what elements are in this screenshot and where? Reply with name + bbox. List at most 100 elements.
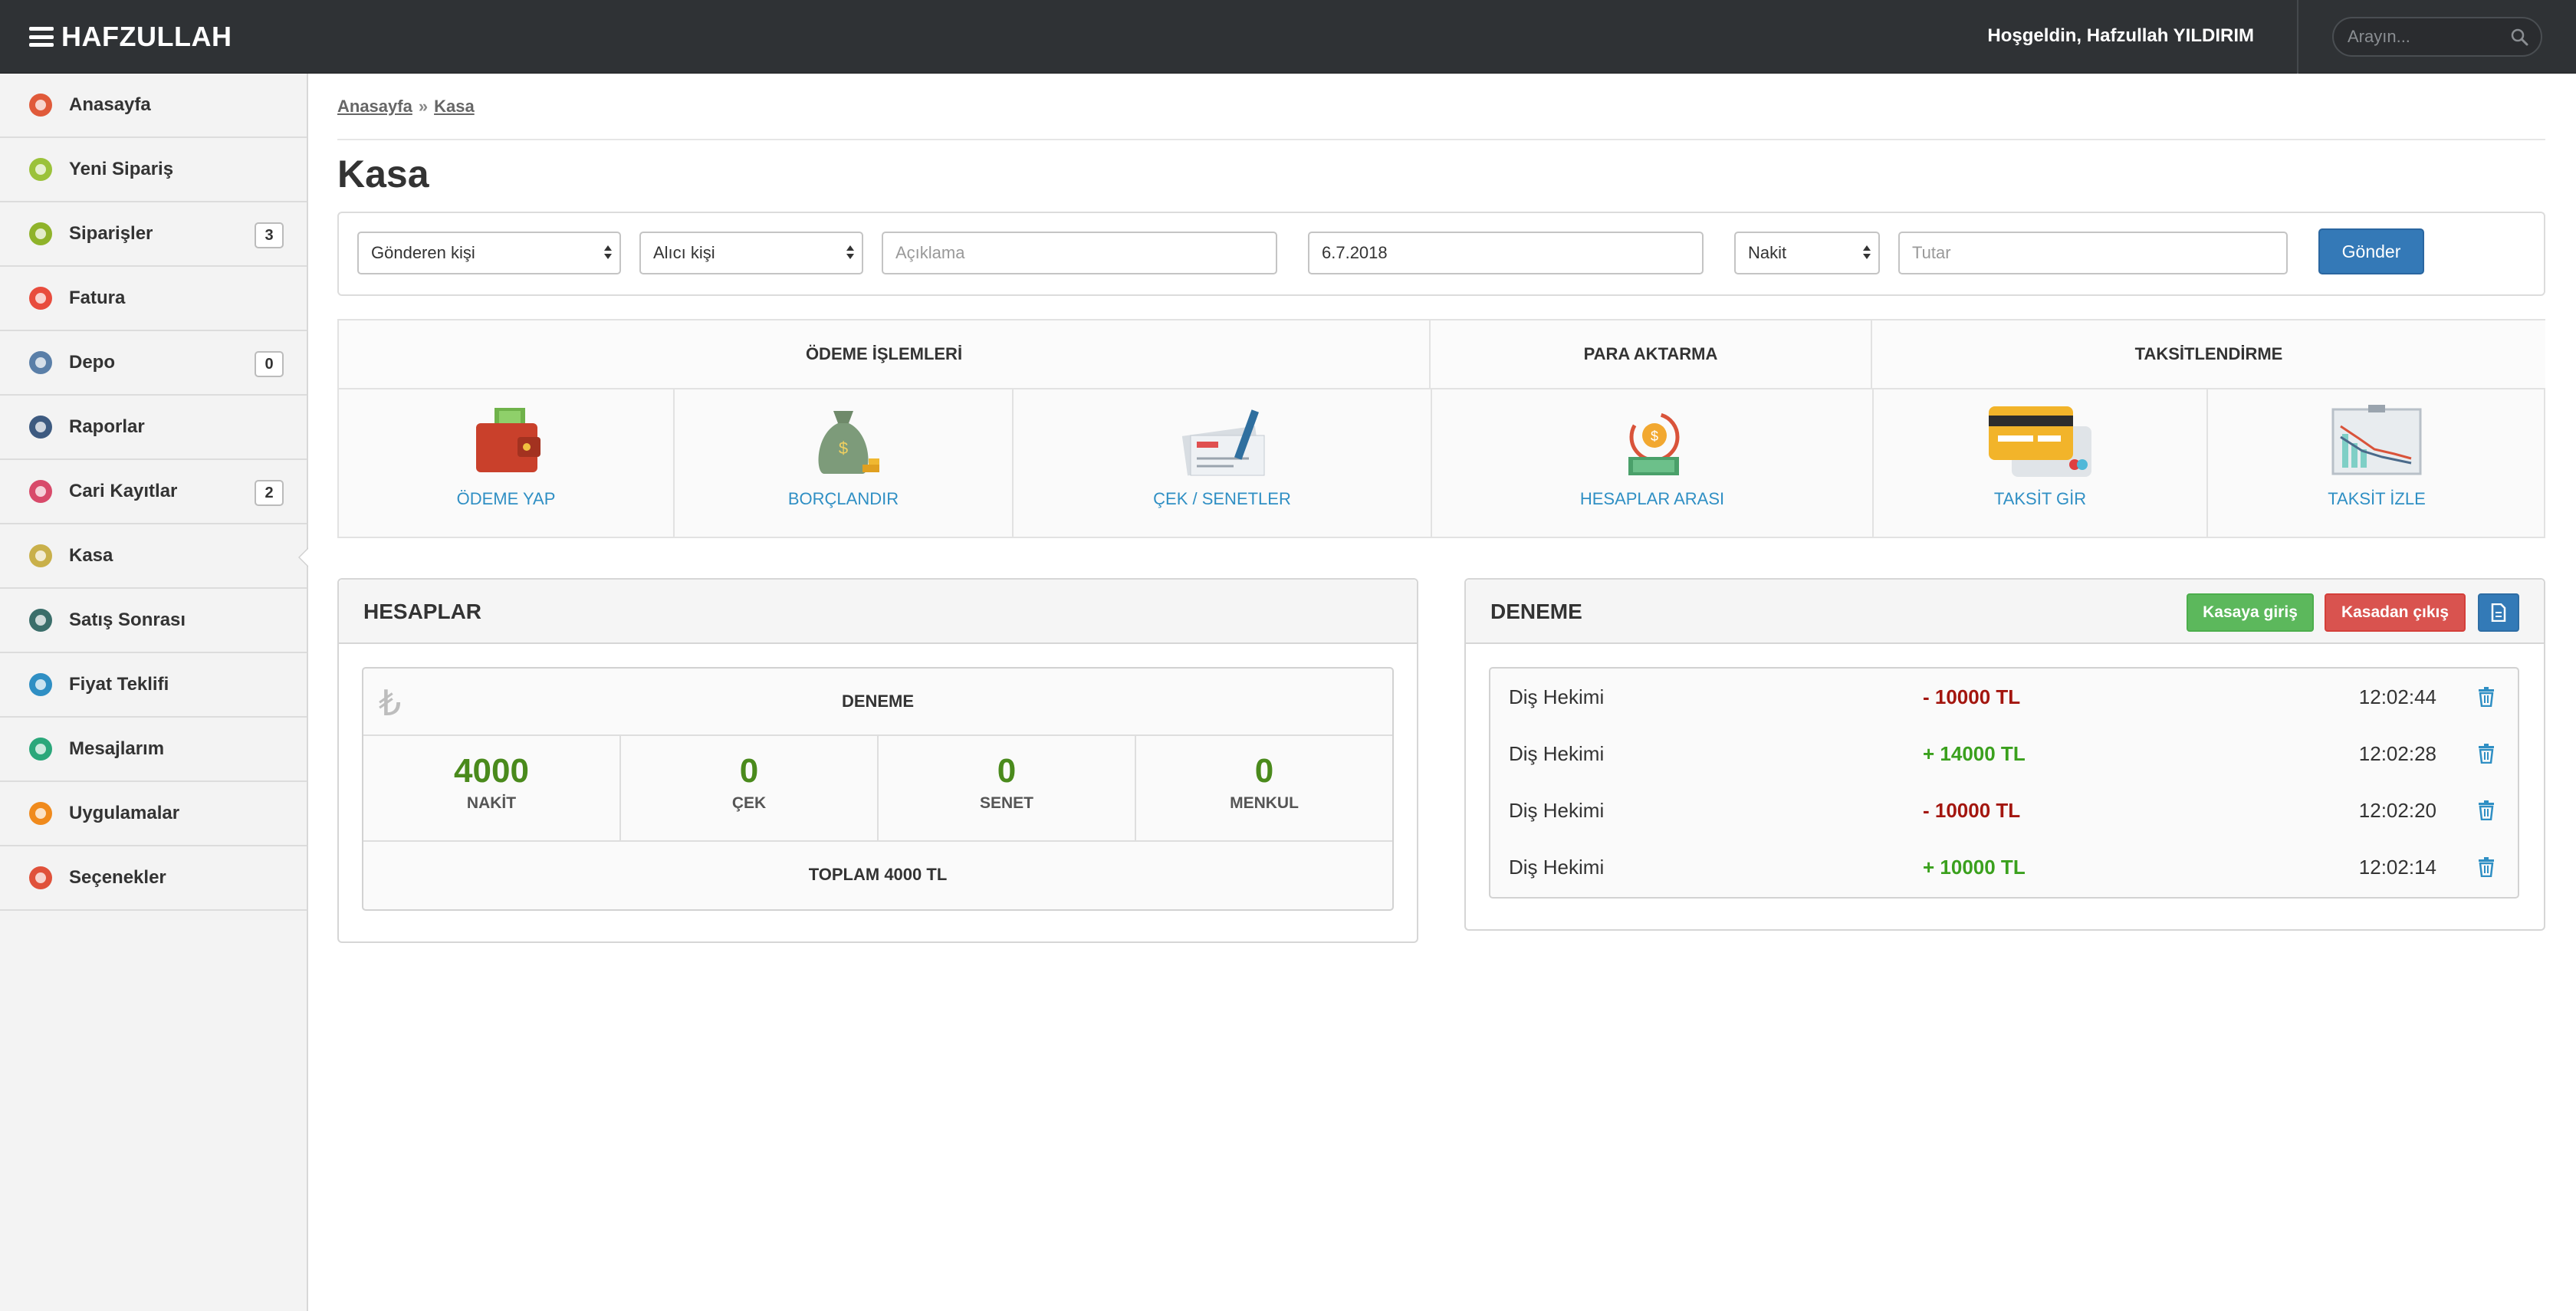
invoice-icon bbox=[29, 287, 52, 310]
cheque-action[interactable]: ÇEK / SENETLER bbox=[1014, 389, 1432, 538]
debit-action-label: BORÇLANDIR bbox=[787, 489, 899, 508]
export-button[interactable] bbox=[2478, 593, 2519, 632]
transaction-amount: - 10000 TL bbox=[1923, 799, 2021, 822]
transaction-time: 12:02:28 bbox=[2358, 742, 2436, 765]
welcome-text: Hoşgeldin, Hafzullah YILDIRIM bbox=[1987, 25, 2254, 46]
pay-action-label: ÖDEME YAP bbox=[456, 489, 556, 508]
breadcrumb-home-link[interactable]: Anasayfa bbox=[337, 97, 412, 116]
sidebar-item-label: Siparişler bbox=[69, 223, 153, 244]
sidebar-item-cari-kayıtlar[interactable]: Cari Kayıtlar 2 bbox=[0, 460, 307, 524]
search-input[interactable] bbox=[2348, 18, 2501, 55]
between-accounts-action-label: HESAPLAR ARASI bbox=[1579, 489, 1725, 508]
delete-trash-icon[interactable] bbox=[2478, 744, 2495, 764]
sidebar-item-label: Uygulamalar bbox=[69, 803, 180, 823]
document-icon bbox=[2491, 603, 2506, 622]
search-icon[interactable] bbox=[2510, 28, 2528, 46]
amount-input[interactable]: Tutar bbox=[1898, 232, 2288, 274]
sidebar-item-fiyat-teklifi[interactable]: Fiyat Teklifi bbox=[0, 653, 307, 718]
delete-trash-icon[interactable] bbox=[2478, 800, 2495, 820]
stat-label: MENKUL bbox=[1230, 794, 1299, 812]
transaction-row: Diş Hekimi - 10000 TL 12:02:20 bbox=[1490, 782, 2518, 839]
active-indicator-caret bbox=[298, 547, 308, 567]
sidebar-item-label: Kasa bbox=[69, 545, 113, 566]
between-accounts-action[interactable]: $ HESAPLAR ARASI bbox=[1432, 389, 1874, 538]
transaction-time: 12:02:20 bbox=[2358, 799, 2436, 822]
cash-in-button[interactable]: Kasaya giriş bbox=[2187, 593, 2314, 632]
date-input[interactable]: 6.7.2018 bbox=[1308, 232, 1704, 274]
sidebar-item-label: Fiyat Teklifi bbox=[69, 674, 169, 695]
hamburger-menu-icon[interactable] bbox=[29, 27, 54, 47]
chart-board-icon bbox=[2328, 403, 2425, 480]
stat-label: SENET bbox=[979, 794, 1033, 812]
transaction-time: 12:02:14 bbox=[2358, 856, 2436, 879]
installment-entry-action-label: TAKSİT GİR bbox=[1993, 489, 2087, 508]
select-arrows-icon bbox=[1863, 244, 1871, 262]
page-title: Kasa bbox=[337, 153, 429, 196]
sidebar-item-mesajlarım[interactable]: Mesajlarım bbox=[0, 718, 307, 782]
select-arrows-icon bbox=[604, 244, 612, 262]
sidebar-item-siparişler[interactable]: Siparişler 3 bbox=[0, 202, 307, 267]
payment-type-select[interactable]: Nakit bbox=[1734, 232, 1880, 274]
sidebar-item-satış-sonrası[interactable]: Satış Sonrası bbox=[0, 589, 307, 653]
stat-label: ÇEK bbox=[731, 794, 767, 812]
home-icon bbox=[29, 94, 52, 117]
stat-label: NAKİT bbox=[466, 794, 517, 812]
transaction-amount: - 10000 TL bbox=[1923, 685, 2021, 708]
sidebar-item-yeni-sipariş[interactable]: Yeni Sipariş bbox=[0, 138, 307, 202]
send-button[interactable]: Gönder bbox=[2318, 228, 2424, 274]
stat-cheque: 0 ÇEK bbox=[621, 736, 879, 840]
sidebar-item-raporlar[interactable]: Raporlar bbox=[0, 396, 307, 460]
installment-track-action[interactable]: TAKSİT İZLE bbox=[2208, 389, 2545, 538]
delete-trash-icon[interactable] bbox=[2478, 857, 2495, 877]
apps-icon bbox=[29, 802, 52, 825]
sidebar-item-uygulamalar[interactable]: Uygulamalar bbox=[0, 782, 307, 846]
transaction-description: Diş Hekimi bbox=[1509, 742, 1605, 765]
settings-icon bbox=[29, 866, 52, 889]
transaction-row: Diş Hekimi + 14000 TL 12:02:28 bbox=[1490, 725, 2518, 782]
breadcrumb-separator: » bbox=[418, 97, 429, 116]
group-money-transfer: PARA AKTARMA bbox=[1431, 320, 1872, 389]
cash-out-button[interactable]: Kasadan çıkış bbox=[2325, 593, 2466, 632]
debit-action[interactable]: $ BORÇLANDIR bbox=[675, 389, 1014, 538]
sidebar-item-count-badge: 2 bbox=[255, 480, 284, 506]
sidebar-item-kasa[interactable]: Kasa bbox=[0, 524, 308, 589]
brand[interactable]: HAFZULLAH bbox=[29, 18, 232, 55]
sidebar-item-count-badge: 0 bbox=[255, 351, 284, 377]
sender-select[interactable]: Gönderen kişi bbox=[357, 232, 621, 274]
amount-placeholder: Tutar bbox=[1912, 243, 1951, 262]
sidebar-item-fatura[interactable]: Fatura bbox=[0, 267, 307, 331]
installment-entry-action[interactable]: TAKSİT GİR bbox=[1874, 389, 2208, 538]
sidebar-item-depo[interactable]: Depo 0 bbox=[0, 331, 307, 396]
brand-name: HAFZULLAH bbox=[61, 21, 232, 52]
date-value: 6.7.2018 bbox=[1322, 243, 1388, 262]
sidebar-item-label: Cari Kayıtlar bbox=[69, 481, 178, 501]
cheque-icon bbox=[1180, 403, 1265, 480]
navbar-divider bbox=[2297, 0, 2298, 74]
sidebar-item-anasayfa[interactable]: Anasayfa bbox=[0, 74, 307, 138]
group-payment-operations: ÖDEME İŞLEMLERİ bbox=[339, 320, 1431, 389]
stat-bond: 0 SENET bbox=[879, 736, 1136, 840]
search-box bbox=[2332, 17, 2542, 57]
sidebar-item-count-badge: 3 bbox=[255, 222, 284, 248]
account-stats: 4000 NAKİT 0 ÇEK 0 SENET 0 MENKUL bbox=[363, 736, 1392, 842]
cheque-action-label: ÇEK / SENETLER bbox=[1153, 489, 1291, 508]
new-order-icon bbox=[29, 158, 52, 181]
sidebar-item-label: Anasayfa bbox=[69, 94, 151, 115]
sidebar-item-label: Raporlar bbox=[69, 416, 145, 437]
pay-action[interactable]: ÖDEME YAP bbox=[339, 389, 675, 538]
transaction-time: 12:02:44 bbox=[2358, 685, 2436, 708]
breadcrumb-current-link[interactable]: Kasa bbox=[434, 97, 475, 116]
sender-select-value: Gönderen kişi bbox=[371, 243, 475, 262]
account-card-header: ₺ DENEME bbox=[363, 669, 1392, 736]
operations-table: ÖDEME İŞLEMLERİ PARA AKTARMA TAKSİTLENDİ… bbox=[337, 319, 2545, 538]
transaction-description: Diş Hekimi bbox=[1509, 685, 1605, 708]
sidebar-item-label: Seçenekler bbox=[69, 867, 166, 888]
money-bag-icon: $ bbox=[801, 403, 886, 480]
receiver-select[interactable]: Alıcı kişi bbox=[639, 232, 863, 274]
messages-icon bbox=[29, 738, 52, 761]
delete-trash-icon[interactable] bbox=[2478, 687, 2495, 707]
stat-value: 0 bbox=[997, 752, 1017, 790]
transaction-row: Diş Hekimi - 10000 TL 12:02:44 bbox=[1490, 669, 2518, 725]
description-input[interactable]: Açıklama bbox=[882, 232, 1277, 274]
sidebar-item-seçenekler[interactable]: Seçenekler bbox=[0, 846, 307, 911]
